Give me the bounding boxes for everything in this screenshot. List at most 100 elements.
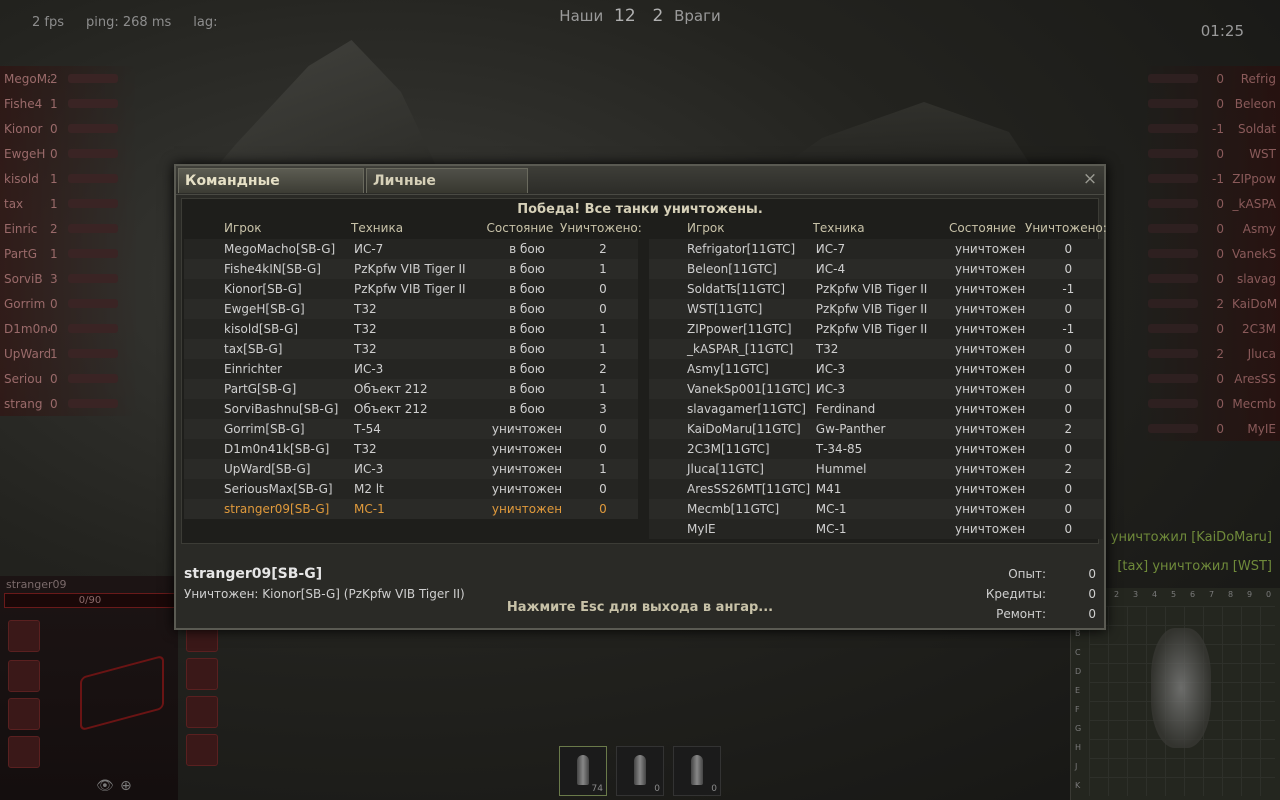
table-row[interactable]: UpWard[SB-G] ИС-3 уничтожен 1: [184, 459, 638, 479]
ally-frags: 0: [50, 146, 58, 161]
table-row[interactable]: Kionor[SB-G] PzKpfw VIB Tiger II в бою 0: [184, 279, 638, 299]
ally-name: MegoMa: [4, 71, 50, 86]
table-row[interactable]: VanekSp001[11GTC] ИС-3 уничтожен 0: [649, 379, 1103, 399]
enemy-name: Mecmb: [1232, 396, 1276, 411]
ally-frags: 1: [50, 96, 58, 111]
cell-vehicle: МС-1: [815, 522, 847, 536]
tab-personal-achievements[interactable]: Личные достижения: [366, 168, 528, 214]
enemy-list-item: 0 slavag: [1140, 266, 1280, 291]
minimap-col-label: 7: [1209, 590, 1215, 599]
enemy-list-item: -1 ZIPpow: [1140, 166, 1280, 191]
table-row[interactable]: Fishe4kIN[SB-G] PzKpfw VIB Tiger II в бою 1: [184, 259, 638, 279]
table-row[interactable]: Einrichter ИС-3 в бою 2: [184, 359, 638, 379]
cell-state: уничтожен: [954, 422, 1026, 436]
rewards-summary: Опыт: 0 Кредиты: 0 Ремонт: 0: [966, 564, 1096, 624]
table-row[interactable]: Gorrim[SB-G] Т-54 уничтожен 0: [184, 419, 638, 439]
enemy-name: 2C3M: [1241, 321, 1276, 336]
table-row[interactable]: stranger09[SB-G] МС-1 уничтожен 0: [184, 499, 638, 519]
cell-kills: 0: [1064, 242, 1073, 256]
minimap-row-label: G: [1075, 724, 1082, 733]
cell-player: Einrichter: [224, 362, 283, 376]
ammo-count: 0: [711, 784, 717, 794]
enemy-name: KaiDoM: [1232, 296, 1278, 311]
enemy-list-item: 0 Asmy: [1140, 216, 1280, 241]
minimap-row-label: D: [1075, 667, 1082, 676]
table-row[interactable]: Beleon[11GTC] ИС-4 уничтожен 0: [649, 259, 1103, 279]
table-row[interactable]: 2C3M[11GTC] Т-34-85 уничтожен 0: [649, 439, 1103, 459]
my-player-name: stranger09[SB-G]: [184, 566, 323, 582]
binoculars-icon[interactable]: 👁: [96, 778, 114, 794]
cell-vehicle: Т-34-85: [815, 442, 863, 456]
cell-state: в бою: [509, 282, 545, 296]
table-row[interactable]: Asmy[11GTC] ИС-3 уничтожен 0: [649, 359, 1103, 379]
table-row[interactable]: tax[SB-G] T32 в бою 1: [184, 339, 638, 359]
table-row[interactable]: MegoMacho[SB-G] ИС-7 в бою 2: [184, 239, 638, 259]
ally-list-item: kisold 1: [0, 166, 140, 191]
cell-kills: 0: [1064, 262, 1073, 276]
close-icon[interactable]: ×: [1082, 171, 1098, 188]
ally-frags: 0: [50, 321, 58, 336]
table-row[interactable]: SeriousMax[SB-G] M2 lt уничтожен 0: [184, 479, 638, 499]
cell-vehicle: ИС-7: [815, 242, 846, 256]
enemy-name: _kASPA: [1232, 196, 1276, 211]
table-row[interactable]: MyIE МС-1 уничтожен 0: [649, 519, 1103, 539]
cell-vehicle: M41: [815, 482, 842, 496]
cell-player: ZIPpower[11GTC]: [687, 322, 792, 336]
enemy-name: Beleon: [1234, 96, 1276, 111]
enemy-frags: 0: [1216, 421, 1224, 436]
minimap-terrain: [1151, 628, 1211, 748]
minimap-col-label: 3: [1133, 590, 1139, 599]
cell-vehicle: T32: [354, 302, 377, 316]
ally-name: EwgeH: [4, 146, 46, 161]
ammo-slot-1[interactable]: 74: [559, 746, 607, 796]
cell-state: в бою: [509, 322, 545, 336]
table-row[interactable]: kisold[SB-G] T32 в бою 1: [184, 319, 638, 339]
enemy-list-item: 0 2C3M: [1140, 316, 1280, 341]
cell-player: VanekSp001[11GTC]: [687, 382, 811, 396]
table-row[interactable]: WST[11GTC] PzKpfw VIB Tiger II уничтожен 0: [649, 299, 1103, 319]
table-row[interactable]: PartG[SB-G] Объект 212 в бою 1: [184, 379, 638, 399]
ammo-count: 0: [654, 784, 660, 794]
tank-icon: [1148, 74, 1198, 83]
table-row[interactable]: AresSS26MT[11GTC] M41 уничтожен 0: [649, 479, 1103, 499]
ally-frags: 0: [50, 371, 58, 386]
table-row[interactable]: SorviBashnu[SB-G] Объект 212 в бою 3: [184, 399, 638, 419]
enemy-name: WST: [1249, 146, 1276, 161]
cell-kills: 2: [599, 242, 607, 256]
table-row[interactable]: SoldatTs[11GTC] PzKpfw VIB Tiger II уничто…: [649, 279, 1103, 299]
health-bar: 0/90: [4, 593, 176, 608]
table-row[interactable]: slavagamer[11GTC] Ferdinand уничтожен 0: [649, 399, 1103, 419]
ally-frags: 2: [50, 71, 58, 86]
tab-team-achievements[interactable]: Командные достижения: [178, 168, 364, 214]
table-row[interactable]: Jluca[11GTC] Hummel уничтожен 2: [649, 459, 1103, 479]
ally-name: tax: [4, 196, 24, 211]
tank-icon: [68, 374, 118, 383]
cell-player: D1m0n41k[SB-G]: [224, 442, 330, 456]
enemy-frags: 2: [1216, 346, 1224, 361]
table-row[interactable]: KaiDoMaru[11GTC] Gw-Panther уничтожен 2: [649, 419, 1103, 439]
enemy-label: Враги: [674, 7, 721, 25]
table-row[interactable]: EwgeH[SB-G] T32 в бою 0: [184, 299, 638, 319]
cell-player: 2C3M[11GTC]: [687, 442, 770, 456]
table-header: Игрок Техника Состояние Уничтожено:: [649, 221, 1107, 239]
cell-state: уничтожен: [491, 442, 563, 456]
driver-icon: [8, 736, 40, 768]
cell-vehicle: PzKpfw VIB Tiger II: [815, 282, 928, 296]
ammo-slot-2[interactable]: 0: [616, 746, 664, 796]
cell-vehicle: ИС-7: [354, 242, 384, 256]
tank-icon: [1148, 324, 1198, 333]
table-row[interactable]: ZIPpower[11GTC] PzKpfw VIB Tiger II уничто…: [649, 319, 1103, 339]
table-row[interactable]: _kASPAR_[11GTC] T32 уничтожен 0: [649, 339, 1103, 359]
table-row[interactable]: D1m0n41k[SB-G] T32 уничтожен 0: [184, 439, 638, 459]
damage-panel-player: stranger09: [6, 578, 67, 591]
enemy-list-item: 0 AresSS: [1140, 366, 1280, 391]
ammo-count: 74: [591, 784, 603, 794]
cell-vehicle: МС-1: [815, 502, 847, 516]
table-row[interactable]: Mecmb[11GTC] МС-1 уничтожен 0: [649, 499, 1103, 519]
shell-icon: [691, 755, 703, 785]
settings-icon[interactable]: ⊕: [120, 778, 132, 794]
enemy-frags: 0: [1216, 196, 1224, 211]
ammo-slot-3[interactable]: 0: [673, 746, 721, 796]
table-row[interactable]: Refrigator[11GTC] ИС-7 уничтожен 0: [649, 239, 1103, 259]
enemy-list-item: 2 KaiDoM: [1140, 291, 1280, 316]
